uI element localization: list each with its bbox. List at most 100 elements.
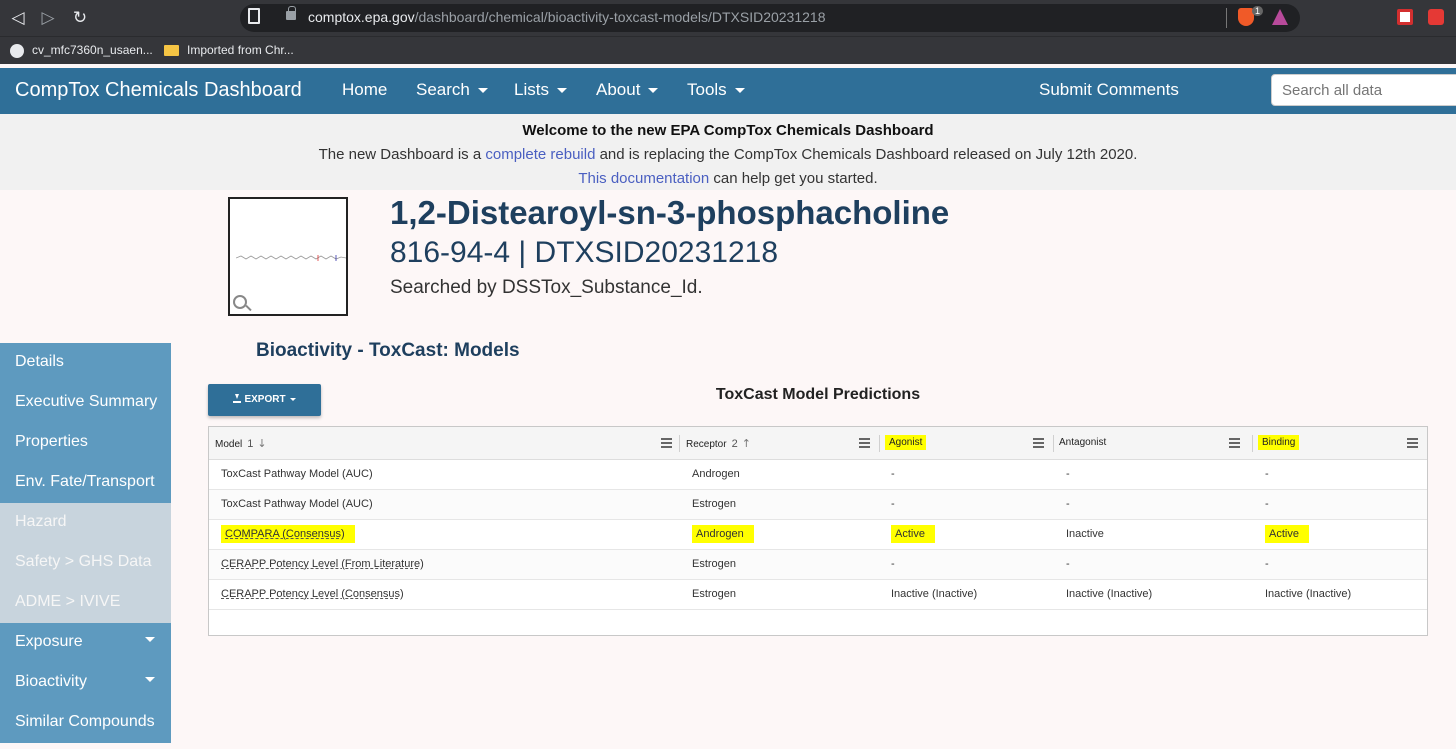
table-cell-receptor: Estrogen	[692, 558, 736, 570]
column-menu-icon[interactable]	[1033, 438, 1044, 440]
column-header[interactable]: Binding	[1258, 427, 1300, 460]
cell-value: -	[1066, 558, 1070, 570]
nav-about[interactable]: About	[596, 80, 659, 100]
table-cell-antagonist: -	[1066, 468, 1070, 480]
browser-toolbar: ◁ ▷ ↻ comptox.epa.gov/dashboard/chemical…	[0, 0, 1456, 36]
nav-home[interactable]: Home	[342, 80, 387, 100]
column-divider[interactable]	[879, 435, 880, 452]
folder-icon	[164, 45, 179, 56]
forward-icon[interactable]: ▷	[38, 8, 58, 28]
cell-value: CERAPP Potency Level (Consensus)	[221, 588, 404, 600]
bookmark-link[interactable]: cv_mfc7360n_usaen...	[32, 43, 153, 57]
sidebar-item[interactable]: Safety > GHS Data	[0, 543, 171, 583]
column-divider[interactable]	[1053, 435, 1054, 452]
grid-header: Model 1 ↓ Receptor 2 ↑ Agonist Antagonist Bindin…	[209, 427, 1427, 460]
table-cell-antagonist: -	[1066, 498, 1070, 510]
column-menu-icon[interactable]	[859, 438, 870, 440]
cell-value: CERAPP Potency Level (From Literature)	[221, 558, 424, 570]
table-cell-antagonist: -	[1066, 558, 1070, 570]
table-cell-agonist: Active	[891, 525, 935, 543]
column-menu-icon[interactable]	[661, 438, 672, 440]
table-row[interactable]: CERAPP Potency Level (From Literature) Es…	[209, 550, 1427, 580]
sidebar-item[interactable]: ADME > IVIVE	[0, 583, 171, 623]
cell-value: -	[1066, 498, 1070, 510]
nav-lists[interactable]: Lists	[514, 80, 567, 100]
sidebar-item-label: Bioactivity	[15, 673, 88, 690]
structure-drawing	[236, 255, 346, 261]
sort-descending-icon[interactable]: ↓	[257, 437, 266, 450]
searched-by-text: Searched by DSSTox_Substance_Id.	[390, 277, 703, 298]
cell-value: Estrogen	[692, 558, 737, 570]
cell-value: -	[891, 468, 895, 480]
table-cell-binding: Active	[1265, 525, 1309, 543]
nav-tools[interactable]: Tools	[687, 80, 745, 100]
nav-label: About	[596, 80, 641, 99]
column-header[interactable]: Receptor 2 ↑	[686, 427, 751, 460]
sort-order: 2	[731, 438, 738, 450]
table-cell-model[interactable]: CERAPP Potency Level (Consensus)	[221, 588, 404, 600]
brave-rewards-icon[interactable]	[1272, 9, 1288, 25]
column-header-label: Binding	[1258, 435, 1300, 450]
table-row[interactable]: ToxCast Pathway Model (AUC) Androgen - - -	[209, 460, 1427, 490]
table-cell-agonist: -	[891, 468, 895, 480]
chemical-identifiers: 816-94-4 | DTXSID20231218	[390, 236, 779, 269]
zoom-in-icon[interactable]	[233, 295, 247, 309]
complete-rebuild-link[interactable]: complete rebuild	[485, 146, 595, 163]
search-input[interactable]	[1272, 75, 1456, 105]
submit-comments-link[interactable]: Submit Comments	[1039, 80, 1179, 100]
bookmark-icon[interactable]	[248, 8, 260, 24]
address-divider	[1226, 8, 1227, 28]
back-icon[interactable]: ◁	[8, 8, 28, 28]
sidebar-item[interactable]: Executive Summary	[0, 383, 171, 423]
nav-label: Search	[416, 80, 470, 99]
table-row[interactable]: ToxCast Pathway Model (AUC) Estrogen - - -	[209, 490, 1427, 520]
app-header: CompTox Chemicals Dashboard Home Search …	[0, 68, 1456, 114]
column-divider[interactable]	[1252, 435, 1253, 452]
column-menu-icon[interactable]	[1407, 438, 1418, 440]
cell-value: -	[1265, 498, 1269, 510]
brand-title[interactable]: CompTox Chemicals Dashboard	[15, 79, 302, 102]
column-header-label: Model	[215, 439, 243, 450]
cell-value: -	[1066, 468, 1070, 480]
table-cell-antagonist: Inactive	[1066, 528, 1104, 540]
sidebar-item[interactable]: Bioactivity	[0, 663, 171, 703]
banner-text: and is replacing the CompTox Chemicals D…	[595, 146, 1138, 163]
column-header[interactable]: Model 1 ↓	[215, 427, 267, 460]
reload-icon[interactable]: ↻	[70, 8, 90, 28]
bookmark-folder[interactable]: Imported from Chr...	[187, 43, 294, 57]
sidebar-item[interactable]: Properties	[0, 423, 171, 463]
cell-value: Inactive (Inactive)	[1066, 588, 1153, 600]
extension-icon[interactable]	[1428, 9, 1444, 25]
table-cell-model[interactable]: COMPARA (Consensus)	[221, 525, 355, 543]
sort-ascending-icon[interactable]: ↑	[742, 437, 751, 450]
column-header[interactable]: Agonist	[885, 427, 927, 460]
lock-icon[interactable]	[286, 6, 296, 20]
column-divider[interactable]	[679, 435, 680, 452]
nav-search[interactable]: Search	[416, 80, 488, 100]
chevron-down-icon	[556, 88, 567, 94]
extension-icon[interactable]	[1397, 9, 1413, 25]
sidebar: Details Executive Summary Properties Env. F…	[0, 343, 171, 749]
cell-value: Inactive (Inactive)	[891, 588, 978, 600]
column-header[interactable]: Antagonist	[1059, 427, 1106, 460]
sidebar-item[interactable]: Env. Fate/Transport	[0, 463, 171, 503]
banner-title: Welcome to the new EPA CompTox Chemicals…	[522, 122, 934, 139]
column-menu-icon[interactable]	[1229, 438, 1240, 440]
chevron-down-icon	[477, 88, 488, 94]
url-text[interactable]: comptox.epa.gov/dashboard/chemical/bioac…	[308, 9, 826, 25]
table-row[interactable]: CERAPP Potency Level (Consensus) Estrogen…	[209, 580, 1427, 610]
sidebar-item[interactable]: Exposure	[0, 623, 171, 663]
cell-value: -	[891, 558, 895, 570]
url-host: comptox.epa.gov	[308, 9, 415, 25]
cell-value: Androgen	[692, 525, 754, 543]
sidebar-item[interactable]: Details	[0, 343, 171, 383]
documentation-link[interactable]: This documentation	[578, 170, 709, 187]
welcome-banner: Welcome to the new EPA CompTox Chemicals…	[0, 114, 1456, 190]
sidebar-item-label: Exposure	[15, 633, 83, 650]
sidebar-item[interactable]: Similar Compounds	[0, 703, 171, 743]
sidebar-item[interactable]: Hazard	[0, 503, 171, 543]
table-row[interactable]: COMPARA (Consensus) Androgen Active Inactiv…	[209, 520, 1427, 550]
table-cell-model[interactable]: CERAPP Potency Level (From Literature)	[221, 558, 424, 570]
table-title: ToxCast Model Predictions	[715, 386, 921, 403]
structure-image[interactable]	[228, 197, 348, 316]
